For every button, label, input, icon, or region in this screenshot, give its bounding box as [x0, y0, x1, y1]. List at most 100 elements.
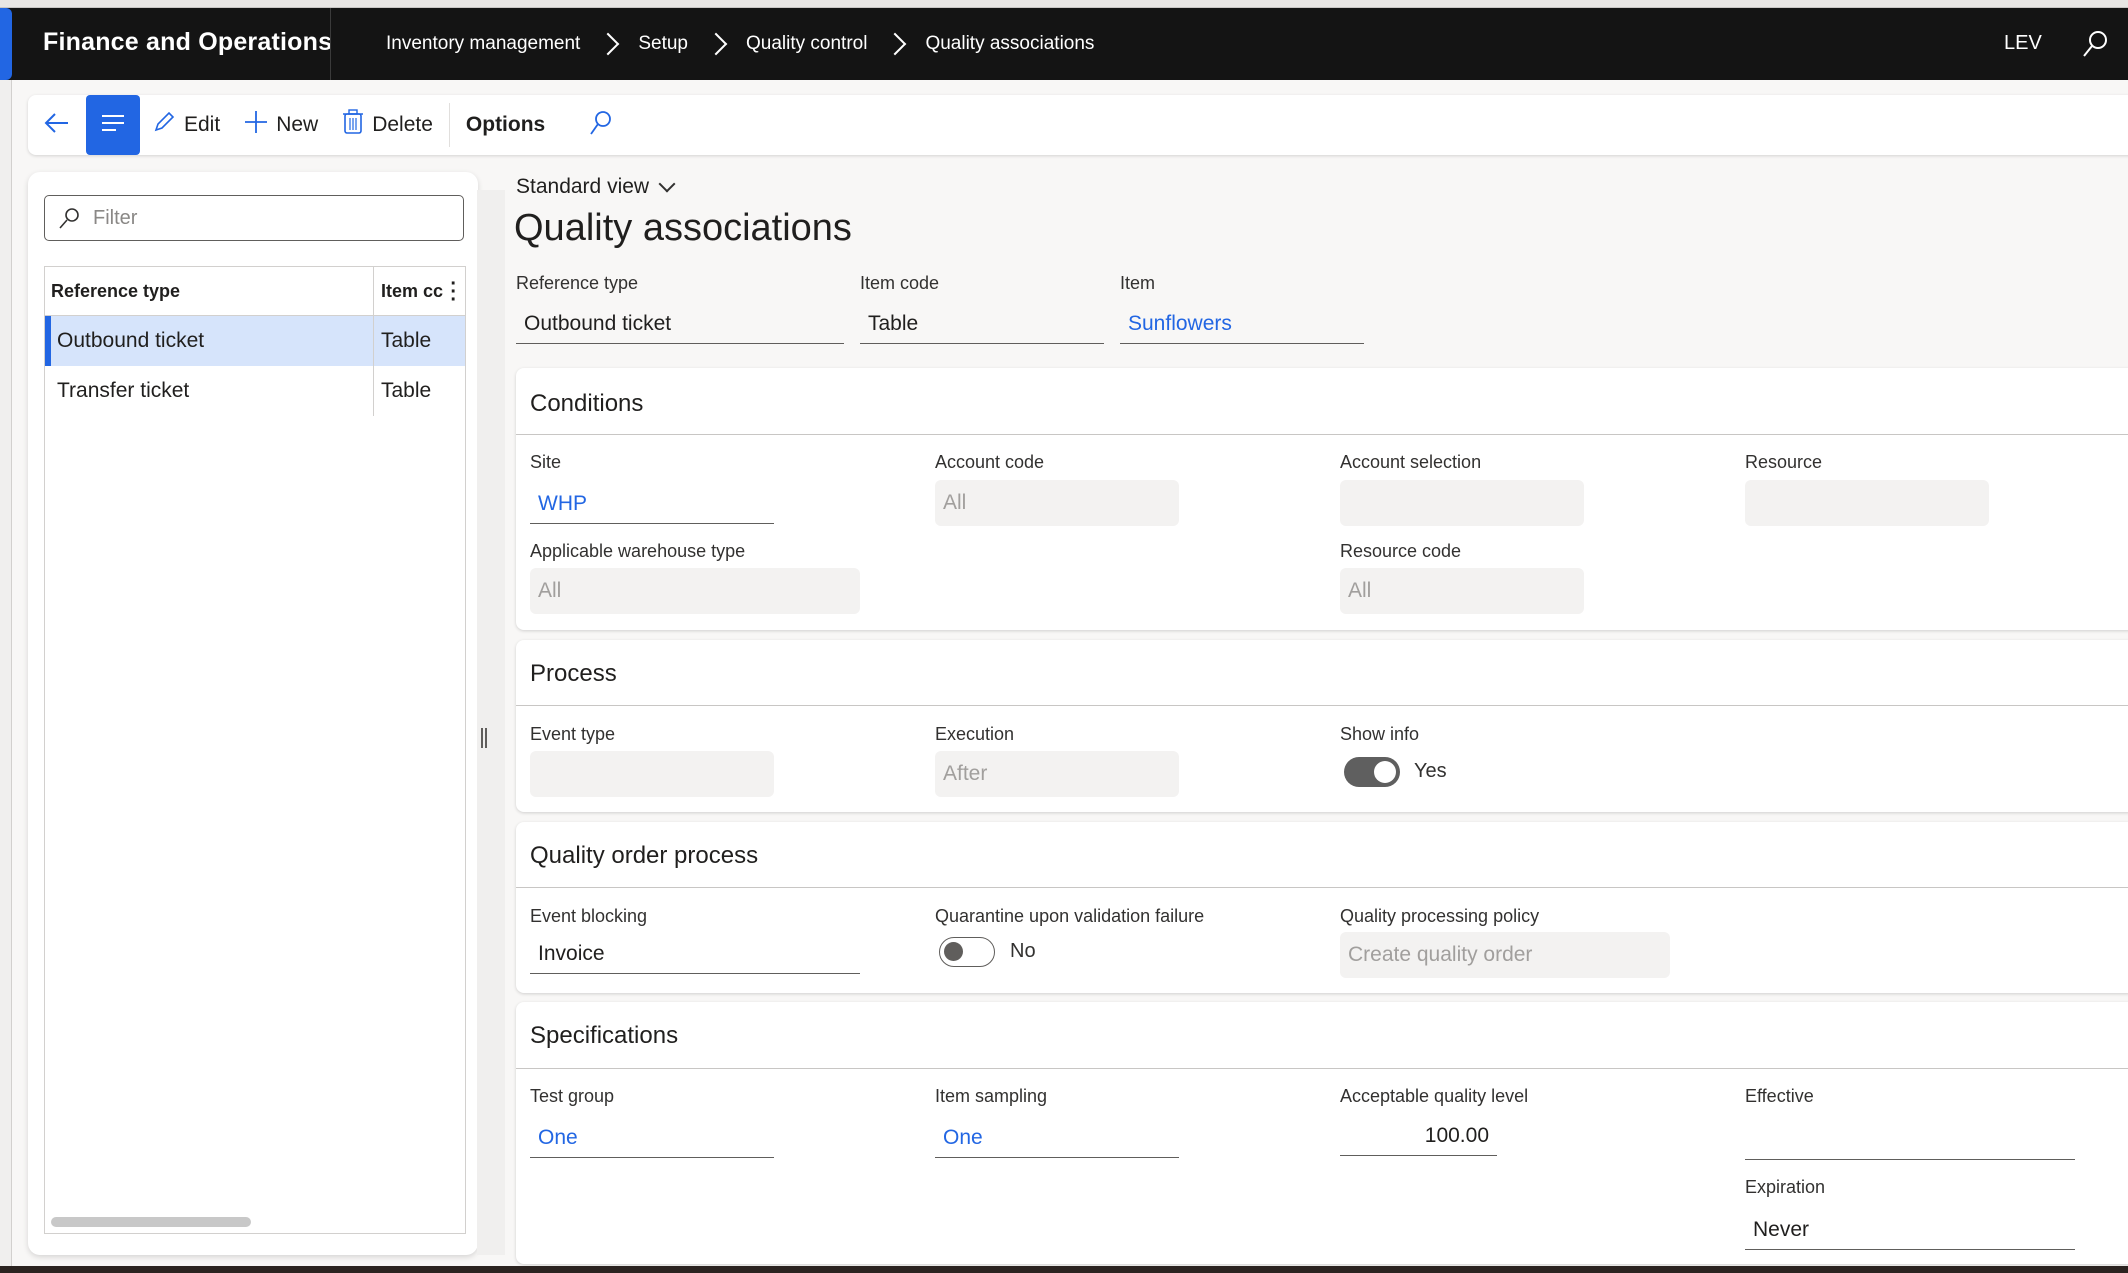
test-group-field[interactable]: One: [530, 1118, 774, 1158]
quality-processing-policy-field[interactable]: Create quality order: [1340, 932, 1670, 978]
item-sampling-field[interactable]: One: [935, 1118, 1179, 1158]
chevron-down-icon: [658, 175, 676, 193]
chevron-right-icon: [596, 30, 624, 58]
options-tab[interactable]: Options: [454, 95, 561, 155]
warehouse-type-field[interactable]: All: [530, 568, 860, 614]
section-divider: [516, 887, 2128, 888]
quarantine-value: No: [1010, 940, 1036, 962]
expiration-label: Expiration: [1745, 1177, 1826, 1197]
specifications-section: Specifications Test group One Item sampl…: [516, 1002, 2128, 1264]
list-pane: Reference type Item cc ··· Outbound tick…: [28, 172, 478, 1255]
company-picker[interactable]: LEV: [2004, 32, 2042, 55]
view-selector[interactable]: Standard view: [516, 175, 676, 199]
app-header: Finance and Operations Inventory managem…: [0, 8, 2128, 80]
item-label: Item: [1120, 273, 1156, 293]
section-divider: [516, 705, 2128, 706]
quarantine-label: Quarantine upon validation failure: [935, 906, 1205, 926]
item-field[interactable]: Sunflowers: [1120, 304, 1364, 344]
resource-code-field[interactable]: All: [1340, 568, 1584, 614]
event-blocking-label: Event blocking: [530, 906, 648, 926]
conditions-section: Conditions Site WHP Account code All Acc…: [516, 368, 2128, 630]
section-divider: [516, 434, 2128, 435]
effective-field[interactable]: [1745, 1120, 2075, 1160]
horizontal-scrollbar[interactable]: [51, 1217, 251, 1227]
section-title[interactable]: Conditions: [530, 390, 643, 418]
section-divider: [516, 1068, 2128, 1069]
event-blocking-field[interactable]: Invoice: [530, 934, 860, 974]
pencil-icon: [152, 110, 176, 140]
section-title[interactable]: Process: [530, 660, 617, 688]
column-header-reference-type[interactable]: Reference type: [45, 267, 374, 315]
resource-code-label: Resource code: [1340, 541, 1462, 561]
resource-field[interactable]: [1745, 480, 1989, 526]
resource-label: Resource: [1745, 452, 1823, 472]
item-code-field[interactable]: Table: [860, 304, 1104, 344]
edit-button[interactable]: Edit: [140, 95, 232, 155]
filter-box[interactable]: [44, 195, 464, 241]
column-header-label: Item cc: [381, 280, 444, 301]
breadcrumb-item[interactable]: Setup: [638, 33, 688, 55]
taskbar-edge: [0, 1266, 2128, 1273]
show-info-value: Yes: [1414, 760, 1447, 782]
records-grid: Reference type Item cc · · · Outbound tick…: [44, 266, 466, 1234]
filter-input[interactable]: [93, 206, 453, 230]
list-view-button[interactable]: [86, 95, 140, 155]
site-field[interactable]: WHP: [530, 484, 774, 524]
action-search-button[interactable]: [581, 95, 621, 155]
cell-item-code: Table: [381, 379, 432, 402]
cell-reference-type: Transfer ticket: [45, 366, 374, 416]
column-header-item-code[interactable]: Item cc · · ·: [374, 267, 465, 315]
search-icon: [57, 206, 81, 230]
aql-field[interactable]: 100.00: [1340, 1116, 1497, 1156]
expiration-field[interactable]: Never: [1745, 1210, 2075, 1250]
grid-header: Reference type Item cc · · ·: [45, 267, 465, 316]
splitter-grip-icon[interactable]: [481, 728, 487, 748]
back-button[interactable]: [28, 95, 86, 155]
event-type-label: Event type: [530, 724, 616, 744]
cell-item-code: Table: [381, 329, 432, 352]
grid-row[interactable]: Outbound ticket Table: [45, 316, 465, 366]
quarantine-toggle[interactable]: [939, 937, 995, 967]
account-selection-field[interactable]: [1340, 480, 1584, 526]
execution-label: Execution: [935, 724, 1015, 744]
quality-order-process-section: Quality order process Event blocking Inv…: [516, 822, 2128, 993]
grid-row[interactable]: Transfer ticket Table: [45, 366, 465, 416]
chevron-right-icon: [704, 30, 732, 58]
warehouse-type-label: Applicable warehouse type: [530, 541, 746, 561]
show-info-label: Show info: [1340, 724, 1420, 744]
account-code-field[interactable]: All: [935, 480, 1179, 526]
reference-type-field[interactable]: Outbound ticket: [516, 304, 844, 344]
section-title[interactable]: Quality order process: [530, 842, 758, 870]
trash-icon: [342, 109, 364, 141]
pane-splitter[interactable]: [477, 190, 505, 1255]
breadcrumb-item[interactable]: Inventory management: [386, 33, 580, 55]
delete-button[interactable]: Delete: [330, 95, 445, 155]
nav-accent[interactable]: [0, 8, 12, 80]
new-label: New: [276, 113, 319, 136]
breadcrumb-item[interactable]: Quality control: [746, 33, 867, 55]
account-selection-label: Account selection: [1340, 452, 1482, 472]
section-title[interactable]: Specifications: [530, 1022, 678, 1050]
execution-field[interactable]: After: [935, 751, 1179, 797]
arrow-left-icon: [43, 111, 71, 140]
view-name: Standard view: [516, 175, 650, 198]
site-label: Site: [530, 452, 562, 472]
more-vertical-icon[interactable]: · · ·: [450, 274, 457, 310]
aql-label: Acceptable quality level: [1340, 1086, 1529, 1106]
action-pane: Edit New Delete Options: [28, 95, 2128, 155]
event-type-field[interactable]: [530, 751, 774, 797]
reference-type-label: Reference type: [516, 273, 639, 293]
cell-reference-type: Outbound ticket: [45, 316, 374, 366]
search-icon[interactable]: [2080, 28, 2110, 60]
breadcrumb: Inventory management Setup Quality contr…: [386, 8, 1094, 80]
toggle-knob: [1374, 761, 1396, 783]
show-info-toggle[interactable]: [1344, 757, 1400, 787]
new-button[interactable]: New: [232, 95, 330, 155]
chevron-right-icon: [883, 30, 911, 58]
item-sampling-label: Item sampling: [935, 1086, 1048, 1106]
search-icon: [588, 109, 614, 142]
breadcrumb-item-current: Quality associations: [925, 33, 1095, 54]
header-divider: [330, 8, 331, 80]
app-title[interactable]: Finance and Operations: [43, 28, 332, 57]
edit-label: Edit: [184, 113, 221, 136]
